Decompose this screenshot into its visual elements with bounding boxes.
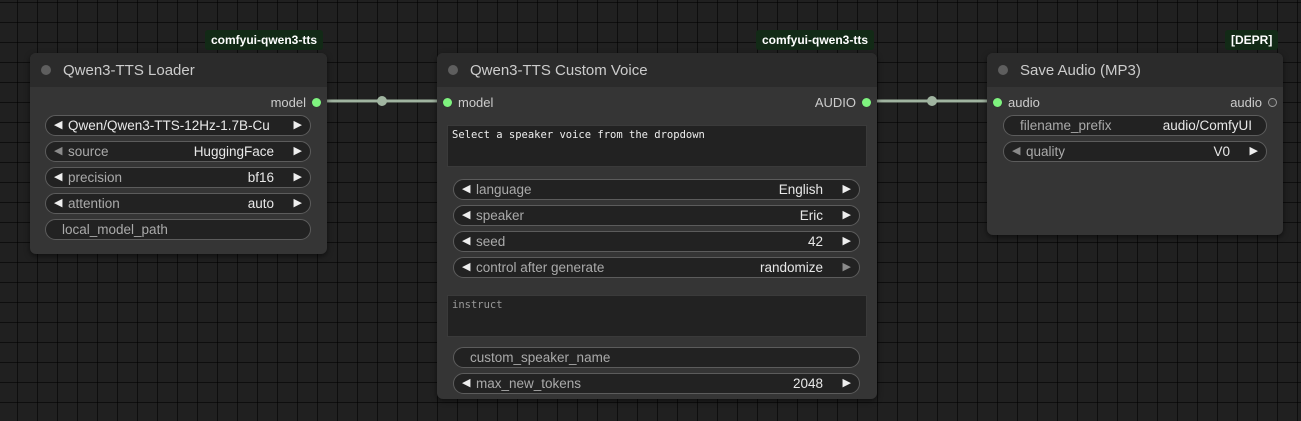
control-after-generate-widget[interactable]: ◀ control after generate randomize ▶ [453,257,860,278]
increment-arrow-icon[interactable]: ▶ [843,377,851,390]
quality-label: quality [1026,144,1066,159]
source-widget[interactable]: ◀ source HuggingFace ▶ [45,141,311,162]
save-audio-title-bar[interactable]: Save Audio (MP3) [987,53,1283,87]
increment-arrow-icon[interactable]: ▶ [294,171,302,184]
filename-prefix-field[interactable]: filename_prefix audio/ComfyUI [1003,115,1267,136]
custom-voice-node[interactable]: Qwen3-TTS Custom Voice model AUDIO Selec… [437,53,877,399]
custom-voice-title-bar[interactable]: Qwen3-TTS Custom Voice [437,53,877,87]
language-value: English [778,182,823,197]
decrement-arrow-icon[interactable]: ◀ [462,183,470,196]
increment-arrow-icon[interactable]: ▶ [843,183,851,196]
control-after-generate-label: control after generate [476,260,605,275]
collapse-dot-icon[interactable] [41,65,51,75]
increment-arrow-icon[interactable]: ▶ [294,197,302,210]
save-audio-slot-row: audio audio [987,93,1283,111]
decrement-arrow-icon[interactable]: ◀ [54,145,62,158]
loader-output-label: model [270,95,306,110]
custom-voice-output-label: AUDIO [814,95,856,110]
language-widget[interactable]: ◀ language English ▶ [453,179,860,200]
attention-label: attention [68,196,120,211]
loader-title: Qwen3-TTS Loader [63,61,195,79]
source-label: source [68,144,109,159]
quality-value: V0 [1213,144,1230,159]
max-new-tokens-label: max_new_tokens [476,376,582,391]
increment-arrow-icon[interactable]: ▶ [294,119,302,132]
increment-arrow-icon[interactable]: ▶ [1250,145,1258,158]
decrement-arrow-icon[interactable]: ◀ [462,377,470,390]
decrement-arrow-icon[interactable]: ◀ [54,171,62,184]
source-value: HuggingFace [193,144,274,159]
increment-arrow-icon[interactable]: ▶ [843,261,851,274]
decrement-arrow-icon[interactable]: ◀ [462,235,470,248]
filename-prefix-value: audio/ComfyUI [1162,118,1252,133]
save-audio-badge: [DEPR] [1225,30,1279,50]
loader-badge: comfyui-qwen3-tts [205,30,324,50]
max-new-tokens-widget[interactable]: ◀ max_new_tokens 2048 ▶ [453,373,860,394]
seed-label: seed [476,234,506,249]
seed-widget[interactable]: ◀ seed 42 ▶ [453,231,860,252]
save-audio-node[interactable]: Save Audio (MP3) audio audio filename_pr… [987,53,1283,235]
increment-arrow-icon[interactable]: ▶ [843,235,851,248]
control-after-generate-value: randomize [759,260,823,275]
decrement-arrow-icon[interactable]: ◀ [1012,145,1020,158]
custom-speaker-name-field[interactable]: custom_speaker_name [453,347,860,368]
increment-arrow-icon[interactable]: ▶ [294,145,302,158]
collapse-dot-icon[interactable] [448,65,458,75]
loader-node[interactable]: Qwen3-TTS Loader model ◀ Qwen/Qwen3-TTS-… [30,53,327,254]
quality-widget[interactable]: ◀ quality V0 ▶ [1003,141,1267,162]
attention-widget[interactable]: ◀ attention auto ▶ [45,193,311,214]
loader-output-row: model [30,93,327,111]
local-model-path-label: local_model_path [62,222,168,237]
custom-voice-slot-row: model AUDIO [437,93,877,111]
seed-value: 42 [807,234,823,249]
save-audio-input-socket[interactable] [993,98,1002,107]
custom-voice-input-label: model [458,95,494,110]
precision-label: precision [68,170,123,185]
increment-arrow-icon[interactable]: ▶ [843,209,851,222]
save-audio-input-label: audio [1008,95,1040,110]
max-new-tokens-value: 2048 [792,376,823,391]
custom-voice-badge: comfyui-qwen3-tts [756,30,875,50]
model-name-widget[interactable]: ◀ Qwen/Qwen3-TTS-12Hz-1.7B-Cu ▶ [45,115,311,136]
speaker-widget[interactable]: ◀ speaker Eric ▶ [453,205,860,226]
custom-voice-title: Qwen3-TTS Custom Voice [470,61,648,79]
precision-widget[interactable]: ◀ precision bf16 ▶ [45,167,311,188]
local-model-path-field[interactable]: local_model_path [45,219,311,240]
decrement-arrow-icon[interactable]: ◀ [54,119,62,132]
link-audio-midpoint[interactable] [927,96,937,106]
custom-voice-model-input-socket[interactable] [443,98,452,107]
filename-prefix-label: filename_prefix [1020,118,1112,133]
custom-voice-audio-output-socket[interactable] [862,98,871,107]
link-model-midpoint[interactable] [377,96,387,106]
collapse-dot-icon[interactable] [998,65,1008,75]
decrement-arrow-icon[interactable]: ◀ [462,209,470,222]
decrement-arrow-icon[interactable]: ◀ [54,197,62,210]
save-audio-title: Save Audio (MP3) [1020,61,1141,79]
save-audio-output-label: audio [1230,95,1262,110]
custom-speaker-name-label: custom_speaker_name [470,350,611,365]
speaker-label: speaker [476,208,525,223]
loader-model-output-socket[interactable] [312,98,321,107]
text-input-area[interactable]: Select a speaker voice from the dropdown [447,125,867,167]
model-name-value: Qwen/Qwen3-TTS-12Hz-1.7B-Cu [68,118,270,133]
loader-title-bar[interactable]: Qwen3-TTS Loader [30,53,327,87]
precision-value: bf16 [247,170,274,185]
decrement-arrow-icon[interactable]: ◀ [462,261,470,274]
language-label: language [476,182,532,197]
save-audio-output-socket[interactable] [1268,98,1277,107]
instruct-input-area[interactable]: instruct [447,295,867,337]
attention-value: auto [247,196,274,211]
speaker-value: Eric [799,208,823,223]
